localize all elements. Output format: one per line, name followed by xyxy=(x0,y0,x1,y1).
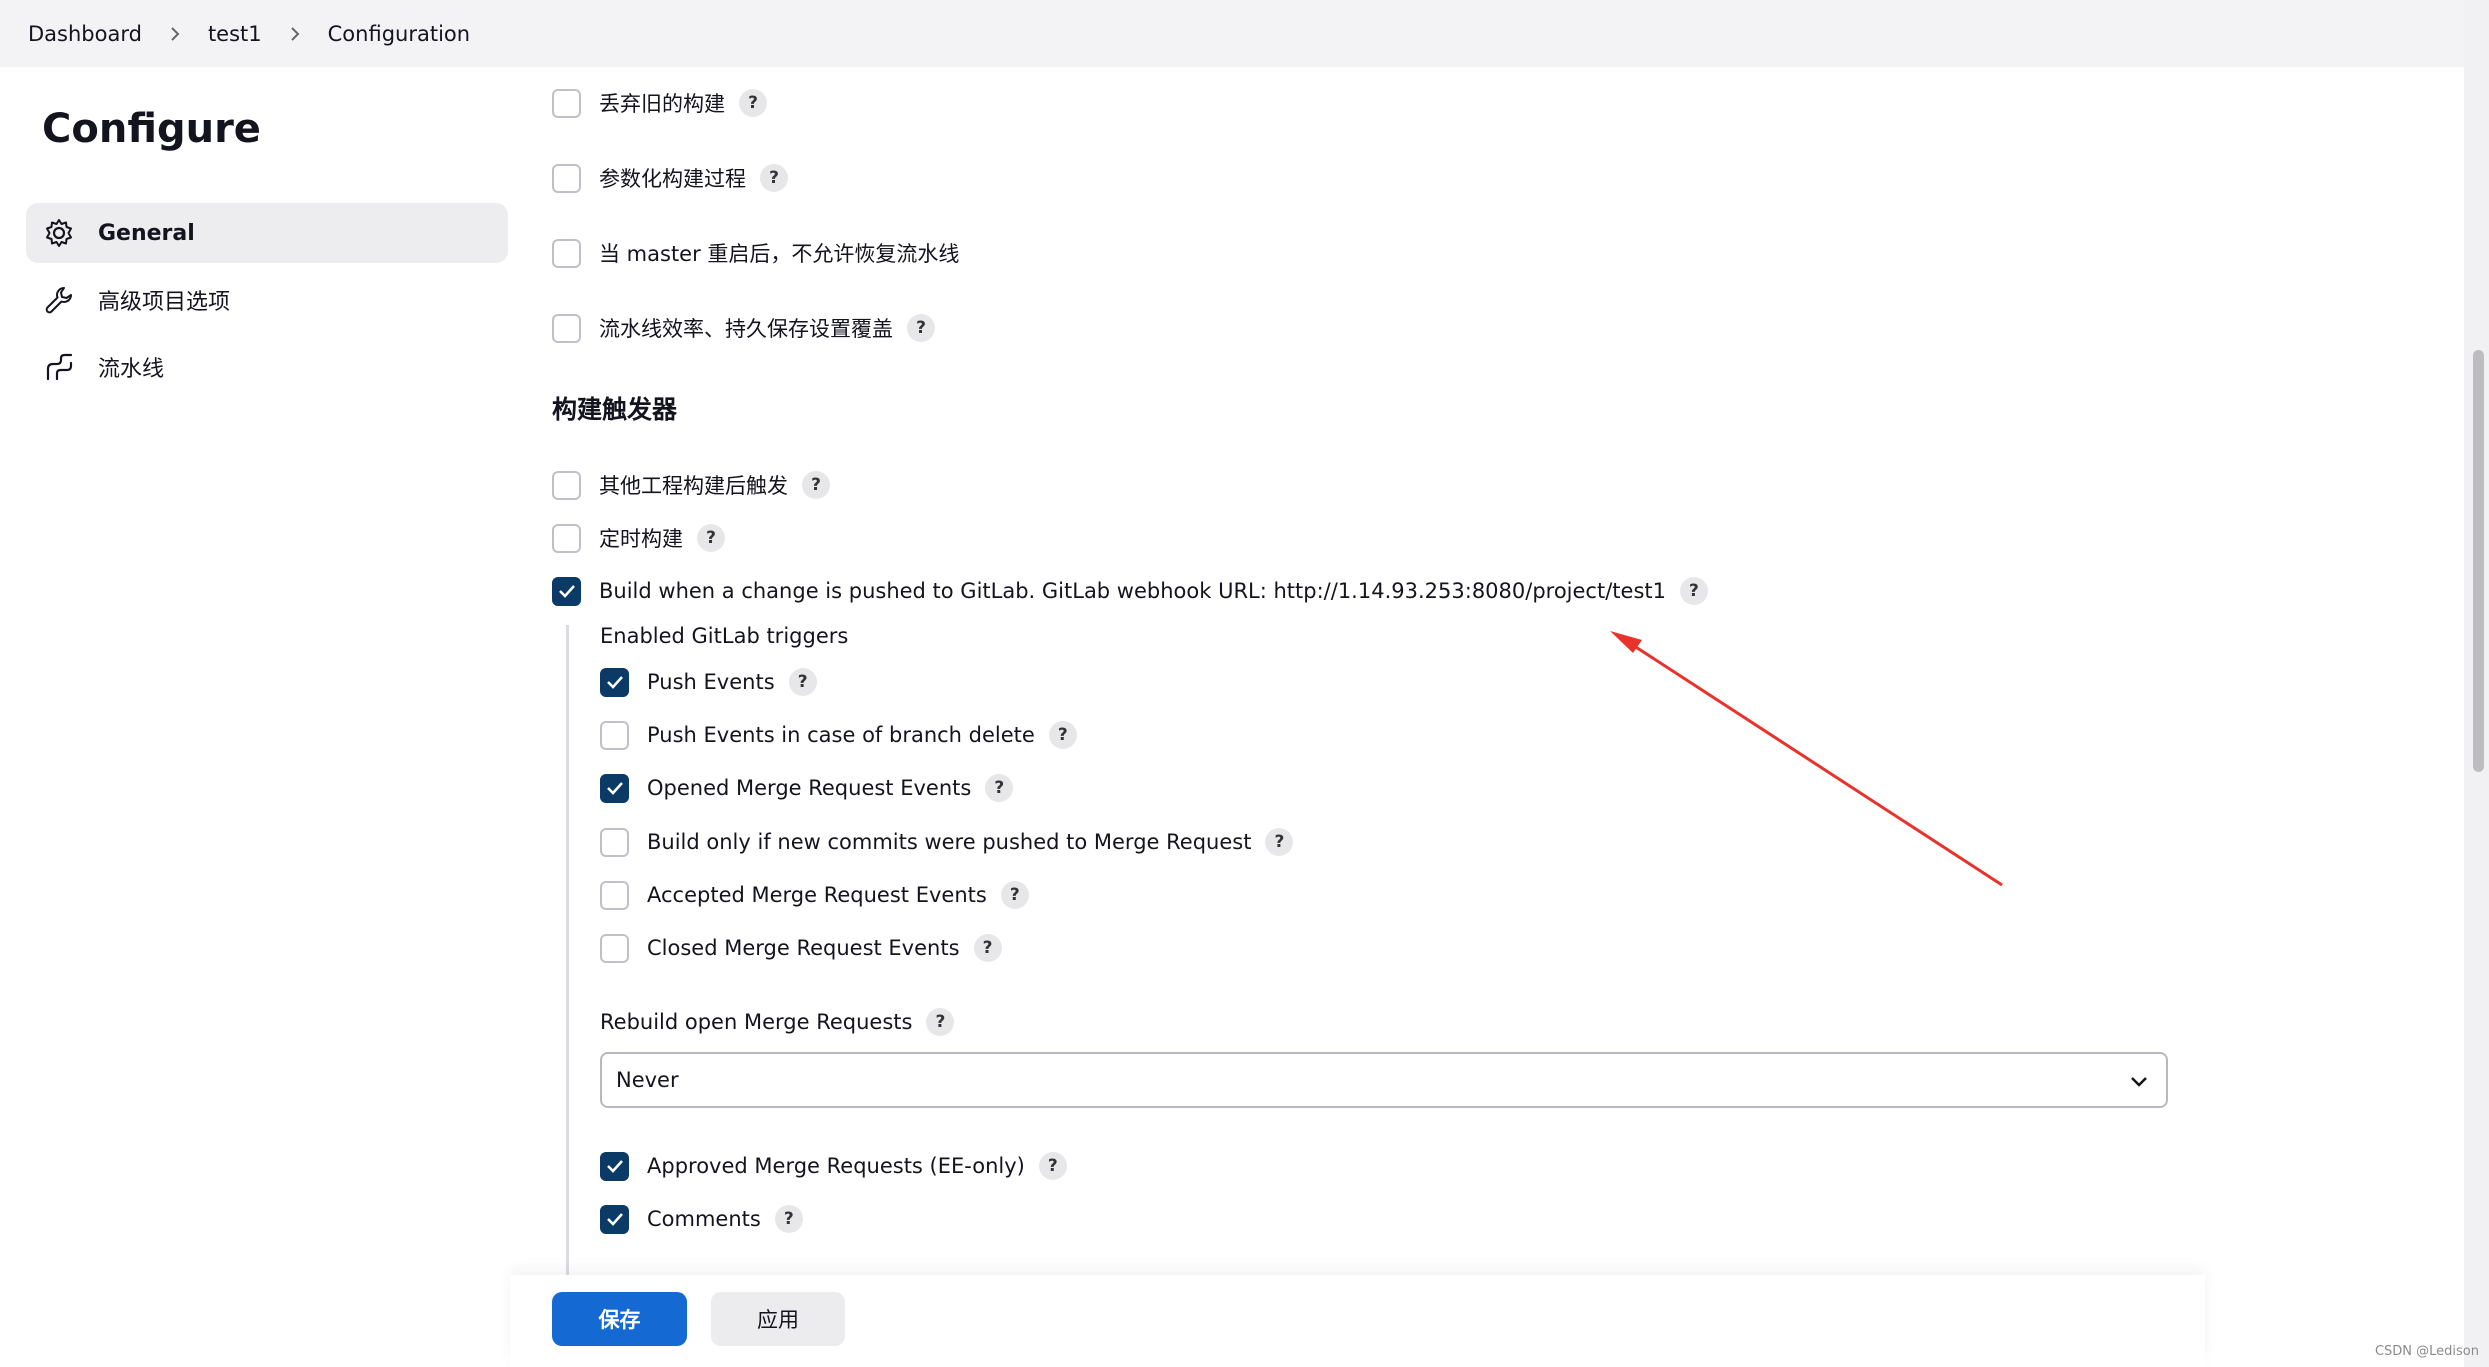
option-label: 当 master 重启后，不允许恢复流水线 xyxy=(599,242,960,266)
option-label: Closed Merge Request Events xyxy=(647,936,960,960)
section-title-build-triggers: 构建触发器 xyxy=(552,395,678,424)
no-resume-checkbox[interactable] xyxy=(552,238,581,268)
chevron-down-icon xyxy=(2128,1070,2150,1097)
option-parameterized: 参数化构建过程 ? xyxy=(552,158,788,198)
sidebar-item-label: 高级项目选项 xyxy=(98,290,231,315)
wrench-icon xyxy=(42,283,76,317)
rebuild-open-mr-select[interactable]: Never xyxy=(600,1052,2168,1108)
select-value: Never xyxy=(616,1068,679,1092)
option-label: Approved Merge Requests (EE-only) xyxy=(647,1154,1025,1178)
accepted-mr-checkbox[interactable] xyxy=(600,880,629,910)
gitlab-push-checkbox[interactable] xyxy=(552,576,581,606)
check-icon xyxy=(606,782,623,795)
after-other-projects-checkbox[interactable] xyxy=(552,470,581,500)
sidebar-item-pipeline[interactable]: 流水线 xyxy=(26,337,508,397)
trigger-periodic: 定时构建 ? xyxy=(552,518,725,558)
approved-mr-checkbox[interactable] xyxy=(600,1151,629,1181)
help-icon[interactable]: ? xyxy=(1038,1152,1067,1180)
pipeline-icon xyxy=(42,350,76,384)
help-icon[interactable]: ? xyxy=(1048,721,1077,749)
help-icon[interactable]: ? xyxy=(926,1008,955,1036)
breadcrumb-dashboard[interactable]: Dashboard xyxy=(28,22,142,46)
discard-old-builds-checkbox[interactable] xyxy=(552,88,581,118)
nested-indent-line xyxy=(566,625,569,1275)
help-icon[interactable]: ? xyxy=(802,471,830,499)
enabled-gitlab-triggers-label: Enabled GitLab triggers xyxy=(600,624,849,648)
rebuild-open-mr-label: Rebuild open Merge Requests xyxy=(600,1010,913,1034)
chevron-right-icon xyxy=(160,25,190,43)
new-commits-mr-checkbox[interactable] xyxy=(600,827,629,857)
event-new-commits-mr: Build only if new commits were pushed to… xyxy=(600,822,1294,862)
help-icon[interactable]: ? xyxy=(1000,881,1029,909)
push-branch-delete-checkbox[interactable] xyxy=(600,720,629,750)
check-icon xyxy=(606,676,623,689)
push-events-checkbox[interactable] xyxy=(600,667,629,697)
durability-checkbox[interactable] xyxy=(552,313,581,343)
option-label: 参数化构建过程 xyxy=(599,167,746,191)
help-icon[interactable]: ? xyxy=(760,164,788,192)
breadcrumb-test1[interactable]: test1 xyxy=(208,22,262,46)
event-accepted-mr: Accepted Merge Request Events ? xyxy=(600,875,1029,915)
sidebar-item-general[interactable]: General xyxy=(26,203,508,263)
help-icon[interactable]: ? xyxy=(697,524,725,552)
option-label: 丢弃旧的构建 xyxy=(599,92,725,116)
check-icon xyxy=(558,585,575,598)
option-label: Build when a change is pushed to GitLab.… xyxy=(599,579,1666,603)
option-label: 定时构建 xyxy=(599,527,683,551)
help-icon[interactable]: ? xyxy=(1679,577,1708,605)
watermark: CSDN @Ledison xyxy=(2374,1344,2479,1359)
sidebar-item-label: General xyxy=(98,220,195,246)
comments-checkbox[interactable] xyxy=(600,1204,629,1234)
option-no-resume-after-restart: 当 master 重启后，不允许恢复流水线 xyxy=(552,233,959,273)
gear-icon xyxy=(42,216,76,250)
breadcrumb: Dashboard test1 Configuration xyxy=(0,0,2464,67)
trigger-after-other-projects: 其他工程构建后触发 ? xyxy=(552,465,830,505)
option-label: Push Events in case of branch delete xyxy=(647,723,1035,747)
help-icon[interactable]: ? xyxy=(973,934,1002,962)
option-comments: Comments ? xyxy=(600,1199,803,1239)
event-push-branch-delete: Push Events in case of branch delete ? xyxy=(600,715,1077,755)
option-label: Build only if new commits were pushed to… xyxy=(647,830,1252,854)
option-label: Comments xyxy=(647,1207,761,1231)
option-label: 流水线效率、持久保存设置覆盖 xyxy=(599,317,893,341)
apply-button[interactable]: 应用 xyxy=(711,1292,845,1346)
help-icon[interactable]: ? xyxy=(985,774,1014,802)
scrollbar-thumb[interactable] xyxy=(2473,350,2484,772)
option-label: Opened Merge Request Events xyxy=(647,776,972,800)
help-icon[interactable]: ? xyxy=(774,1205,803,1233)
sidebar-item-label: 流水线 xyxy=(98,357,165,382)
option-discard-old-builds: 丢弃旧的构建 ? xyxy=(552,83,767,123)
chevron-right-icon xyxy=(280,25,310,43)
opened-mr-checkbox[interactable] xyxy=(600,773,629,803)
option-approved-mr: Approved Merge Requests (EE-only) ? xyxy=(600,1146,1067,1186)
trigger-gitlab-push: Build when a change is pushed to GitLab.… xyxy=(552,571,1708,611)
sidebar-item-advanced[interactable]: 高级项目选项 xyxy=(26,270,508,330)
event-opened-mr: Opened Merge Request Events ? xyxy=(600,768,1014,808)
check-icon xyxy=(606,1213,623,1226)
breadcrumb-configuration[interactable]: Configuration xyxy=(328,22,470,46)
rebuild-open-mr-label-row: Rebuild open Merge Requests ? xyxy=(600,1002,955,1042)
help-icon[interactable]: ? xyxy=(788,668,817,696)
option-label: 其他工程构建后触发 xyxy=(599,474,788,498)
parameterized-checkbox[interactable] xyxy=(552,163,581,193)
save-button[interactable]: 保存 xyxy=(552,1292,687,1346)
help-icon[interactable]: ? xyxy=(907,314,935,342)
help-icon[interactable]: ? xyxy=(739,89,767,117)
option-label: Push Events xyxy=(647,670,775,694)
periodic-checkbox[interactable] xyxy=(552,523,581,553)
option-label: Accepted Merge Request Events xyxy=(647,883,987,907)
closed-mr-checkbox[interactable] xyxy=(600,933,629,963)
event-push: Push Events ? xyxy=(600,662,817,702)
help-icon[interactable]: ? xyxy=(1265,828,1294,856)
event-closed-mr: Closed Merge Request Events ? xyxy=(600,928,1002,968)
page-title: Configure xyxy=(42,106,261,152)
check-icon xyxy=(606,1160,623,1173)
option-durability-override: 流水线效率、持久保存设置覆盖 ? xyxy=(552,308,935,348)
